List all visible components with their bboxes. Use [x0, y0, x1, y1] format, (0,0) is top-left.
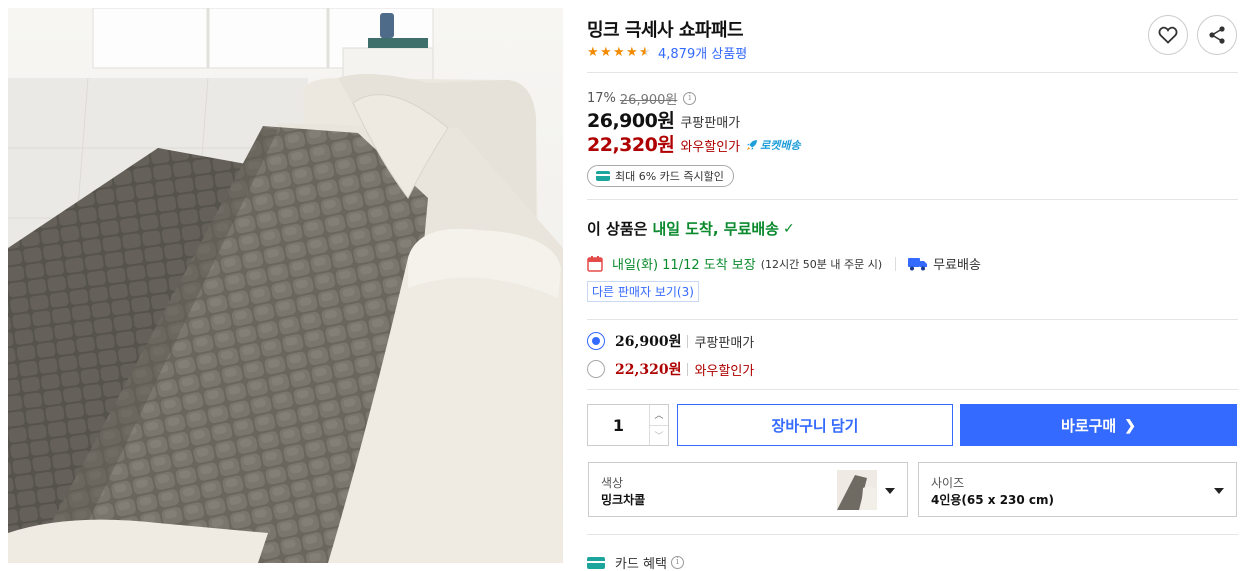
product-main-image	[8, 8, 563, 563]
coupang-price-row: 26,900원 쿠팡판매가	[587, 106, 740, 133]
card-icon	[596, 171, 610, 181]
divider	[587, 534, 1238, 535]
other-sellers-button[interactable]: 다른 판매자 보기 (3)	[587, 281, 699, 302]
share-icon	[1209, 26, 1225, 44]
calendar-icon	[587, 256, 603, 272]
share-button[interactable]	[1197, 15, 1237, 55]
delivery-info-row: 내일(화) 11/12 도착 보장 (12시간 50분 내 주문 시) 무료배송	[587, 254, 981, 273]
star-icon: ★	[613, 45, 625, 60]
star-icon: ★	[600, 45, 612, 60]
wishlist-button[interactable]	[1148, 15, 1188, 55]
discount-rate: 17%	[587, 91, 616, 106]
caret-down-icon	[885, 488, 895, 494]
other-sellers-label: 다른 판매자 보기	[592, 285, 677, 299]
radio-button-checked[interactable]	[587, 332, 605, 350]
increase-quantity-button[interactable]: ︿	[650, 405, 668, 425]
price-option-price: 26,900원	[615, 334, 682, 350]
color-option-label: 색상	[601, 476, 624, 490]
decrease-quantity-button[interactable]: ﹀	[650, 424, 668, 446]
product-info-panel: 밍크 극세사 쇼파패드 ★ ★ ★ ★ ★ 4,879개 상품평 17% 26,…	[587, 0, 1238, 571]
wow-price-row: 22,320원 와우할인가 로켓배송	[587, 130, 801, 157]
buy-now-button[interactable]: 바로구매 ❯	[960, 404, 1237, 446]
price-option-label: 와우할인가	[694, 363, 755, 379]
quantity-arrows: ︿ ﹀	[649, 405, 668, 445]
add-to-cart-button[interactable]: 장바구니 담기	[677, 404, 953, 446]
card-discount-chip[interactable]: 최대 6% 카드 즉시할인	[587, 165, 734, 187]
card-discount-text: 최대 6% 카드 즉시할인	[615, 170, 724, 183]
buy-now-label: 바로구매	[1061, 417, 1117, 435]
chevron-right-icon: ❯	[1124, 416, 1136, 433]
star-icon: ★	[587, 45, 599, 60]
coupang-price-label: 쿠팡판매가	[680, 116, 741, 131]
truck-icon	[908, 257, 928, 270]
heart-icon	[1158, 26, 1178, 44]
delivery-headline-highlight: 내일 도착, 무료배송	[652, 220, 779, 238]
rocket-icon	[747, 140, 758, 150]
rating-row[interactable]: ★ ★ ★ ★ ★ 4,879개 상품평	[587, 43, 747, 62]
rocket-delivery-badge: 로켓배송	[746, 137, 801, 153]
info-icon[interactable]: i	[683, 92, 697, 105]
rocket-delivery-label: 로켓배송	[760, 139, 801, 152]
quantity-input[interactable]	[588, 405, 649, 445]
separator	[895, 256, 897, 271]
card-icon	[587, 556, 605, 569]
coupang-price: 26,900원	[587, 110, 675, 132]
separator	[687, 334, 689, 348]
color-option-select[interactable]: 색상 밍크차콜	[588, 462, 908, 517]
half-star-icon: ★	[639, 45, 651, 60]
radio-button[interactable]	[587, 360, 605, 378]
card-benefit-label: 카드 혜택	[615, 557, 667, 571]
separator	[687, 362, 689, 376]
caret-down-icon	[1214, 488, 1224, 494]
other-sellers-count: (3)	[676, 284, 694, 299]
size-option-label: 사이즈	[931, 476, 965, 490]
rating-stars: ★ ★ ★ ★ ★	[587, 46, 652, 59]
size-option-value: 4인용(65 x 230 cm)	[931, 493, 1055, 507]
info-icon[interactable]: i	[670, 556, 684, 569]
free-shipping-label: 무료배송	[933, 258, 981, 273]
divider	[587, 72, 1238, 73]
check-icon: ✓	[782, 220, 795, 237]
price-option-label: 쿠팡판매가	[694, 335, 755, 351]
product-title: 밍크 극세사 쇼파패드	[587, 20, 744, 41]
wow-price-label: 와우할인가	[680, 140, 741, 155]
arrival-note: (12시간 50분 내 주문 시)	[760, 257, 883, 271]
add-to-cart-label: 장바구니 담기	[771, 417, 859, 435]
arrival-date: 내일(화) 11/12 도착 보장	[612, 258, 756, 273]
card-benefit-row[interactable]: 카드 혜택 i	[587, 553, 684, 571]
delivery-headline: 이 상품은 내일 도착, 무료배송 ✓	[587, 218, 795, 239]
color-option-value: 밍크차콜	[601, 493, 646, 507]
price-option-coupang[interactable]: 26,900원 쿠팡판매가	[587, 331, 754, 351]
wow-price: 22,320원	[587, 134, 675, 156]
star-icon: ★	[626, 45, 638, 60]
divider	[587, 389, 1238, 390]
delivery-headline-prefix: 이 상품은	[587, 220, 648, 238]
size-option-select[interactable]: 사이즈 4인용(65 x 230 cm)	[918, 462, 1237, 517]
review-count-link[interactable]: 4,879개 상품평	[658, 43, 747, 62]
divider	[587, 319, 1238, 320]
quantity-stepper[interactable]: ︿ ﹀	[587, 404, 669, 446]
divider	[587, 199, 1238, 200]
color-option-thumbnail	[837, 470, 877, 510]
price-option-price: 22,320원	[615, 362, 682, 378]
price-option-wow[interactable]: 22,320원 와우할인가	[587, 359, 754, 379]
